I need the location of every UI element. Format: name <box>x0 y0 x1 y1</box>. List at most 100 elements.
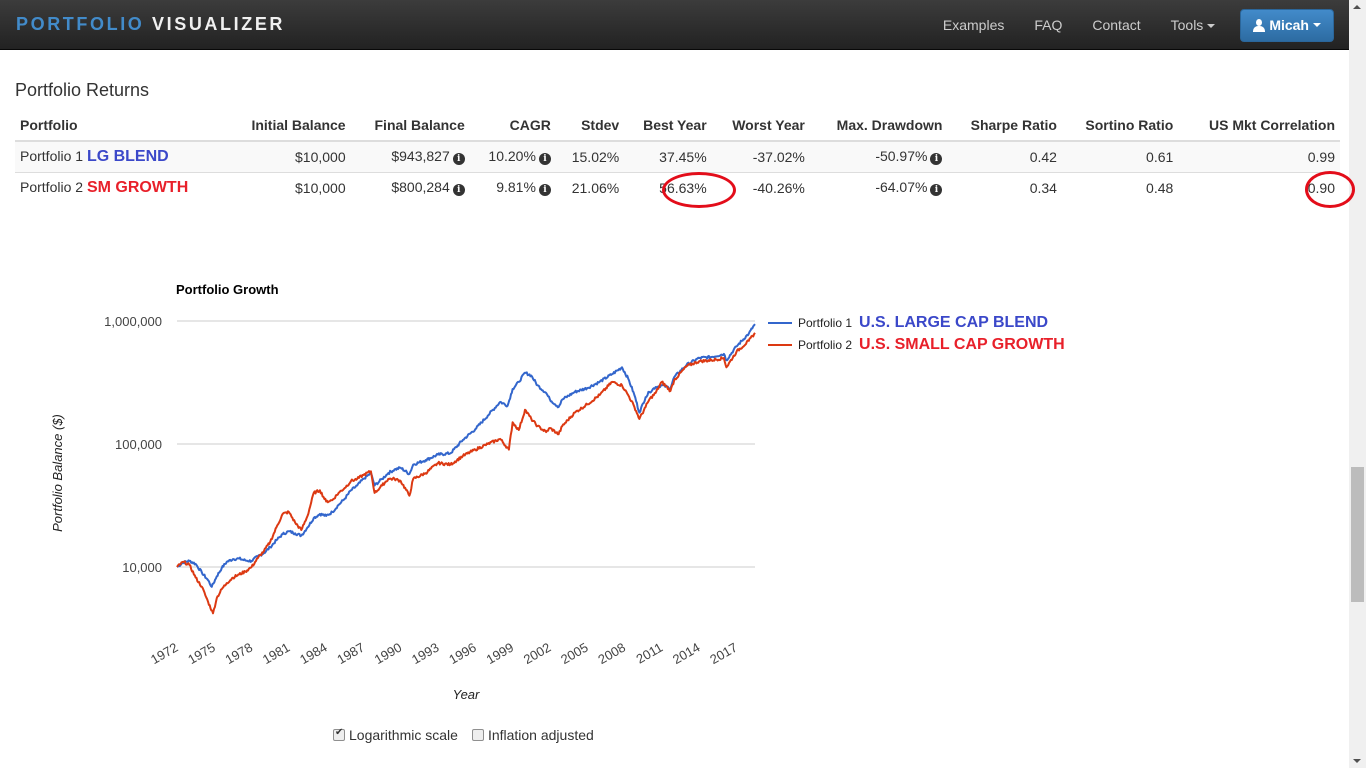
legend-line-swatch <box>768 344 792 346</box>
portfolio-returns-table: Portfolio Initial Balance Final Balance … <box>15 110 1355 208</box>
final-value: $943,827 <box>391 148 450 165</box>
x-axis-ticks: 1972 1975 1978 1981 1984 1987 1990 1993 1996 1999… <box>148 640 740 667</box>
cagr-value: 10.20% <box>488 148 536 165</box>
series-line-2[interactable] <box>176 332 756 615</box>
user-menu-button[interactable]: Micah <box>1240 8 1334 42</box>
legend-annotation: U.S. SMALL CAP GROWTH <box>859 336 1065 353</box>
legend-label: Portfolio 2 <box>798 338 853 352</box>
log-scale-label: Logarithmic scale <box>349 727 458 743</box>
caret-down-icon <box>1207 24 1216 29</box>
scroll-up-arrow-icon[interactable] <box>1353 5 1361 9</box>
portfolio-name: Portfolio 1 <box>20 147 84 164</box>
x-tick-label: 2014 <box>670 640 703 667</box>
cell-portfolio: Portfolio 2 SM GROWTH <box>15 171 227 203</box>
final-value: $800,284 <box>391 179 450 196</box>
cell-stdev: 21.06% <box>555 171 625 203</box>
cell-sharpe: 0.42 <box>947 140 1062 172</box>
y-tick-label: 1,000,000 <box>104 314 162 329</box>
table-header-row: Portfolio Initial Balance Final Balance … <box>15 110 1340 142</box>
col-max-drawdown: Max. Drawdown <box>809 110 948 142</box>
x-tick-label: 1987 <box>334 640 367 667</box>
cell-drawdown: -64.07% i <box>809 171 948 203</box>
nav-faq-link[interactable]: FAQ <box>1019 17 1077 33</box>
chart-legend: Portfolio 1 U.S. LARGE CAP BLEND Portfol… <box>768 312 1065 356</box>
chart-title: Portfolio Growth <box>176 282 279 297</box>
cell-sortino: 0.48 <box>1061 171 1179 203</box>
cell-portfolio: Portfolio 1 LG BLEND <box>15 140 227 172</box>
nav-examples-link[interactable]: Examples <box>928 17 1019 33</box>
inflation-adjusted-checkbox[interactable] <box>471 729 484 741</box>
info-icon[interactable]: i <box>538 153 551 166</box>
col-portfolio: Portfolio <box>15 110 227 142</box>
x-tick-label: 2011 <box>634 640 666 667</box>
info-icon[interactable]: i <box>930 184 943 197</box>
cell-drawdown: -50.97% i <box>809 140 948 172</box>
info-icon[interactable]: i <box>452 184 465 197</box>
x-tick-label: 1972 <box>148 640 181 667</box>
nav-links: Examples FAQ Contact Tools Micah <box>928 0 1349 50</box>
cell-final: $800,284 i <box>350 171 470 203</box>
inflation-toggle[interactable]: Inflation adjusted <box>471 727 594 743</box>
col-sortino-ratio: Sortino Ratio <box>1061 110 1179 142</box>
cell-cagr: 10.20% i <box>469 140 556 172</box>
x-tick-label: 1990 <box>372 640 405 667</box>
portfolio-annotation: LG BLEND <box>86 147 169 165</box>
brand-part1: PORTFOLIO <box>16 14 145 34</box>
nav-tools-dropdown[interactable]: Tools <box>1156 17 1231 33</box>
cell-correlation: 0.90 <box>1178 170 1355 208</box>
col-worst-year: Worst Year <box>711 110 810 142</box>
y-axis-label: Portfolio Balance ($) <box>50 414 65 532</box>
portfolio-annotation: SM GROWTH <box>86 178 189 196</box>
x-tick-label: 2005 <box>558 640 591 667</box>
nav-contact-link[interactable]: Contact <box>1077 17 1155 33</box>
info-icon[interactable]: i <box>452 153 465 166</box>
cell-initial: $10,000 <box>226 140 351 172</box>
tools-label: Tools <box>1170 17 1204 33</box>
legend-item-portfolio-2[interactable]: Portfolio 2 U.S. SMALL CAP GROWTH <box>768 334 1065 356</box>
correlation-value: 0.90 <box>1307 179 1335 196</box>
legend-line-swatch <box>768 322 792 324</box>
info-icon[interactable]: i <box>538 184 551 197</box>
log-scale-checkbox[interactable] <box>333 727 345 741</box>
col-best-year: Best Year <box>624 110 712 142</box>
cell-initial: $10,000 <box>226 171 351 203</box>
col-us-mkt-correlation: US Mkt Correlation <box>1178 110 1340 142</box>
series-line-1[interactable] <box>176 323 756 588</box>
col-sharpe-ratio: Sharpe Ratio <box>947 110 1062 142</box>
cell-worst-year: -37.02% <box>711 140 810 172</box>
x-tick-label: 1999 <box>484 640 517 667</box>
x-tick-label: 1996 <box>446 640 479 667</box>
scroll-down-arrow-icon[interactable] <box>1353 759 1361 763</box>
scroll-thumb[interactable] <box>1351 467 1364 602</box>
x-axis-label: Year <box>453 687 480 702</box>
brand-logo[interactable]: PORTFOLIO VISUALIZER <box>16 14 285 35</box>
legend-item-portfolio-1[interactable]: Portfolio 1 U.S. LARGE CAP BLEND <box>768 312 1065 334</box>
legend-label: Portfolio 1 <box>798 316 853 330</box>
table-row: Portfolio 2 SM GROWTH $10,000 $800,284 i … <box>15 170 1355 208</box>
user-name: Micah <box>1269 17 1309 33</box>
page-scrollbar[interactable] <box>1349 0 1366 768</box>
x-tick-label: 1984 <box>297 640 330 667</box>
chart-gridlines <box>177 320 755 568</box>
x-tick-label: 1981 <box>260 640 293 667</box>
portfolio-returns-title: Portfolio Returns <box>15 80 150 100</box>
y-tick-label: 10,000 <box>122 560 162 575</box>
col-cagr: CAGR <box>469 110 556 142</box>
top-navbar: PORTFOLIO VISUALIZER Examples FAQ Contac… <box>0 0 1349 50</box>
info-icon[interactable]: i <box>930 153 943 166</box>
y-axis-ticks: 10,000 100,000 1,000,000 <box>104 314 162 575</box>
x-tick-label: 1978 <box>223 640 256 667</box>
y-tick-label: 100,000 <box>115 437 162 452</box>
x-tick-label: 2002 <box>521 640 554 667</box>
col-final-balance: Final Balance <box>350 110 470 142</box>
col-initial-balance: Initial Balance <box>226 110 351 142</box>
log-scale-toggle[interactable]: Logarithmic scale <box>333 727 458 743</box>
caret-down-icon <box>1313 23 1321 27</box>
x-tick-label: 2017 <box>707 640 740 667</box>
x-tick-label: 2008 <box>595 640 628 667</box>
drawdown-value: -64.07% <box>875 179 928 196</box>
portfolio-name: Portfolio 2 <box>20 178 84 195</box>
brand-part2: VISUALIZER <box>152 14 286 34</box>
chart-series <box>176 323 756 615</box>
cagr-value: 9.81% <box>496 179 536 196</box>
